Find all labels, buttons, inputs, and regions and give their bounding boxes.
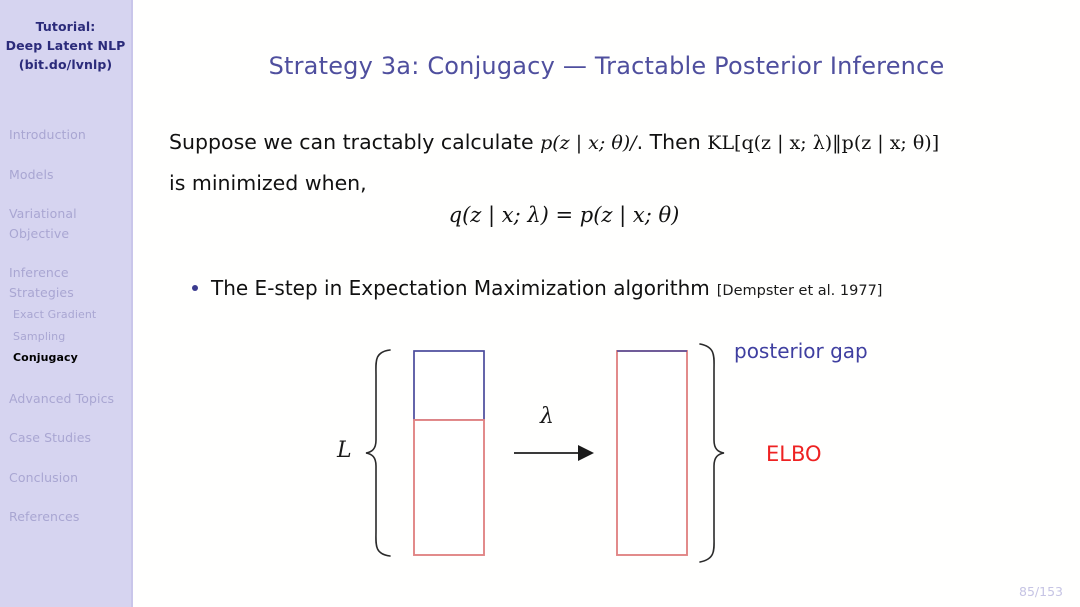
sidebar-item-references[interactable]: References (0, 507, 131, 527)
figure-elbo-diagram (0, 0, 1080, 607)
inline-math-kl: KL[q(z | x; λ)‖p(z | x; θ)] (707, 132, 940, 154)
slide-title: Strategy 3a: Conjugacy — Tractable Poste… (268, 52, 945, 80)
page-number: 85/153 (1019, 584, 1063, 599)
sidebar-subsection-group: Exact Gradient Sampling Conjugacy (0, 304, 131, 369)
sidebar-item-advanced-topics[interactable]: Advanced Topics (0, 389, 131, 409)
sidebar-item-models[interactable]: Models (0, 165, 131, 185)
sidebar-item-variational[interactable]: Variational (0, 204, 131, 224)
sidebar-item-sampling[interactable]: Sampling (0, 326, 131, 348)
sidebar-item-inference[interactable]: Inference (0, 263, 131, 283)
bullet-citation: [Dempster et al. 1977] (716, 283, 883, 299)
figure-label-posterior-gap: posterior gap (734, 339, 868, 363)
sidebar-item-case-studies[interactable]: Case Studies (0, 428, 131, 448)
left-bar-bottom-segment (413, 419, 485, 556)
sidebar-item-strategies[interactable]: Strategies (0, 283, 131, 303)
right-bar-body (616, 350, 688, 556)
left-bar-top-segment (413, 350, 485, 421)
figure-label-L: L (337, 438, 352, 463)
slide-canvas: Tutorial: Deep Latent NLP (bit.do/lvnlp)… (0, 0, 1080, 607)
transform-arrow-head (578, 445, 594, 461)
sidebar-item-conclusion[interactable]: Conclusion (0, 468, 131, 488)
sidebar-item-exact-gradient[interactable]: Exact Gradient (0, 304, 131, 326)
bullet-item: The E-step in Expectation Maximization a… (192, 276, 1052, 300)
sidebar-item-objective[interactable]: Objective (0, 224, 131, 244)
bullet-dot-icon (192, 285, 198, 291)
display-equation: q(z | x; λ) = p(z | x; θ) (448, 203, 680, 227)
sidebar-title: Tutorial: Deep Latent NLP (bit.do/lvnlp) (0, 17, 131, 74)
right-brace (699, 343, 725, 563)
sidebar-item-conjugacy[interactable]: Conjugacy (0, 347, 131, 369)
inline-math-posterior: p(z | x; θ)/ (540, 132, 637, 154)
paragraph-text-part-3: is minimized when, (169, 171, 367, 195)
sidebar: Tutorial: Deep Latent NLP (bit.do/lvnlp)… (0, 0, 133, 607)
sidebar-title-line-1: Tutorial: (35, 19, 96, 34)
sidebar-title-link[interactable]: (bit.do/lvnlp) (0, 55, 131, 74)
sidebar-item-introduction[interactable]: Introduction (0, 125, 131, 145)
figure-label-elbo: ELBO (766, 442, 822, 466)
paragraph-text-part-1: Suppose we can tractably calculate (169, 130, 541, 154)
sidebar-title-line-2: Deep Latent NLP (5, 38, 126, 53)
sidebar-nav: Introduction Models Variational Objectiv… (0, 125, 131, 547)
bullet-text: The E-step in Expectation Maximization a… (211, 276, 710, 300)
paragraph-text-part-2: . Then (636, 130, 708, 154)
left-brace (365, 349, 391, 557)
figure-label-lambda: λ (540, 404, 554, 429)
body-paragraph: Suppose we can tractably calculate p(z |… (169, 122, 1049, 203)
